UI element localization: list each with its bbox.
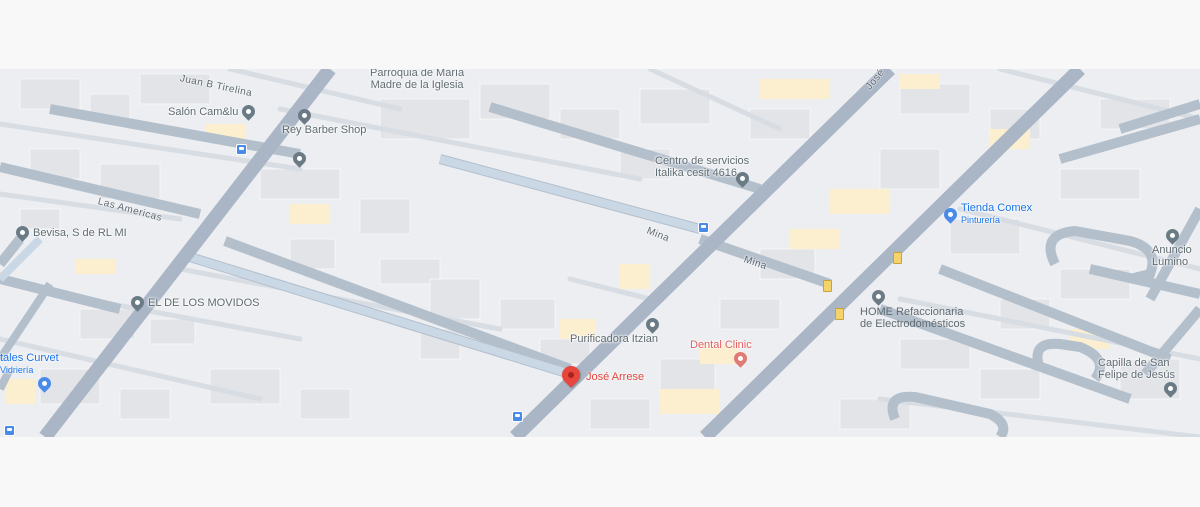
poi-bevisa[interactable]: Bevisa, S de RL MI xyxy=(13,223,127,242)
poi-parroquia-label: Parroquia de María Madre de la Iglesia xyxy=(370,69,465,91)
route-sign-icon xyxy=(823,280,832,292)
poi-centro-servicios-label: Centro de servicios Italika cesit 4616 xyxy=(655,155,750,179)
poi-tienda-comex-label: Tienda Comex xyxy=(961,202,1033,214)
bus-stop-icon[interactable] xyxy=(512,411,523,422)
map-canvas[interactable]: Juan B Tirelina Las Americas Mina Mina J… xyxy=(0,69,1200,437)
location-pin-icon xyxy=(1163,226,1182,245)
poi-dental-clinic-label: Dental Clinic xyxy=(690,339,752,351)
medical-pin-icon xyxy=(731,349,750,368)
church-pin-icon xyxy=(1161,379,1180,398)
poi-dental-clinic[interactable]: Dental Clinic xyxy=(690,339,752,368)
selected-location-label: José Arrese xyxy=(586,371,645,383)
poi-anuncios[interactable]: Anuncio Lumino xyxy=(1152,226,1192,268)
poi-capilla[interactable]: Capilla de San Felipe de Jesús xyxy=(1098,357,1180,398)
poi-rey-barber[interactable]: Rey Barber Shop xyxy=(282,106,367,136)
poi-home-refaccionaria-label: HOME Refaccionaria de Electrodomésticos xyxy=(860,306,966,330)
poi-purificadora-label: Purificadora Itzian xyxy=(570,333,659,345)
poi-purificadora[interactable]: Purificadora Itzian xyxy=(570,315,662,345)
poi-rey-barber-label: Rey Barber Shop xyxy=(282,124,367,136)
poi-tales-curvet-category: Vidriería xyxy=(0,365,34,375)
location-pin-icon xyxy=(869,287,888,306)
poi-salon-camlu[interactable]: Salón Cam&lu xyxy=(168,102,259,121)
poi-el-de-los-movidos-label: EL DE LOS MOVIDOS xyxy=(148,296,260,309)
bus-stop-icon[interactable] xyxy=(4,425,15,436)
location-pin-icon xyxy=(128,293,147,312)
poi-tales-curvet-label: tales Curvet xyxy=(0,352,59,364)
glass-store-pin-icon xyxy=(35,374,54,393)
poi-tienda-comex[interactable]: Tienda Comex Pinturería xyxy=(941,202,1032,226)
paint-store-pin-icon xyxy=(941,204,960,224)
location-pin-icon xyxy=(13,223,32,242)
poi-el-de-los-movidos[interactable]: EL DE LOS MOVIDOS xyxy=(128,293,260,312)
poi-bevisa-label: Bevisa, S de RL MI xyxy=(33,226,127,239)
bus-stop-icon[interactable] xyxy=(236,144,247,155)
poi-centro-servicios[interactable]: Centro de servicios Italika cesit 4616 xyxy=(655,155,749,179)
bus-stop-icon[interactable] xyxy=(698,222,709,233)
poi-tales-curvet[interactable]: tales Curvet Vidriería xyxy=(0,352,59,393)
location-pin-icon xyxy=(295,106,314,125)
poi-tales-curvet-text: tales Curvet Vidriería xyxy=(0,352,59,376)
poi-parroquia[interactable]: Parroquia de María Madre de la Iglesia xyxy=(370,69,464,91)
poi-anuncios-label: Anuncio Lumino xyxy=(1152,244,1192,268)
route-sign-icon xyxy=(835,308,844,320)
route-sign-icon xyxy=(893,252,902,264)
poi-tienda-comex-text: Tienda Comex Pinturería xyxy=(961,202,1032,226)
poi-salon-camlu-label: Salón Cam&lu xyxy=(168,105,239,118)
poi-capilla-label: Capilla de San Felipe de Jesús xyxy=(1098,357,1176,381)
location-pin-icon xyxy=(643,315,662,334)
poi-tienda-comex-category: Pinturería xyxy=(961,215,1001,225)
poi-home-refaccionaria[interactable] xyxy=(869,287,888,306)
location-pin-icon xyxy=(239,102,259,121)
